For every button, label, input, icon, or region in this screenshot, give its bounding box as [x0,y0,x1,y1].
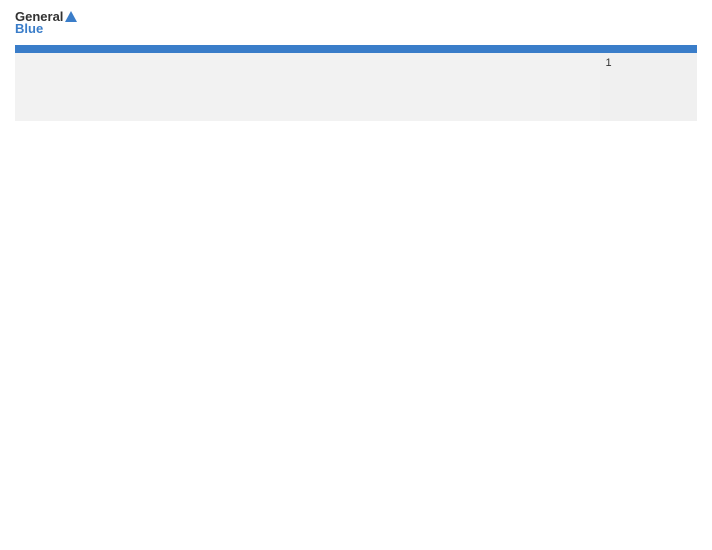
header-tuesday [210,45,307,53]
header-wednesday [307,45,404,53]
day-number: 1 [606,57,691,69]
table-cell [210,53,307,121]
weekday-header-row [15,45,697,53]
table-cell [15,53,112,121]
header-monday [112,45,209,53]
header-saturday [600,45,697,53]
table-cell: 1 [600,53,697,121]
calendar-header: General Blue [15,10,697,37]
header-friday [502,45,599,53]
table-cell [405,53,502,121]
week-row-0: 1 [15,53,697,121]
calendar-container: General Blue 1 [0,0,712,550]
logo: General Blue [15,10,77,37]
table-cell [502,53,599,121]
header-sunday [15,45,112,53]
table-cell [307,53,404,121]
table-cell [112,53,209,121]
logo-triangle-icon [65,11,77,22]
calendar-grid: 1 [15,45,697,121]
header-thursday [405,45,502,53]
